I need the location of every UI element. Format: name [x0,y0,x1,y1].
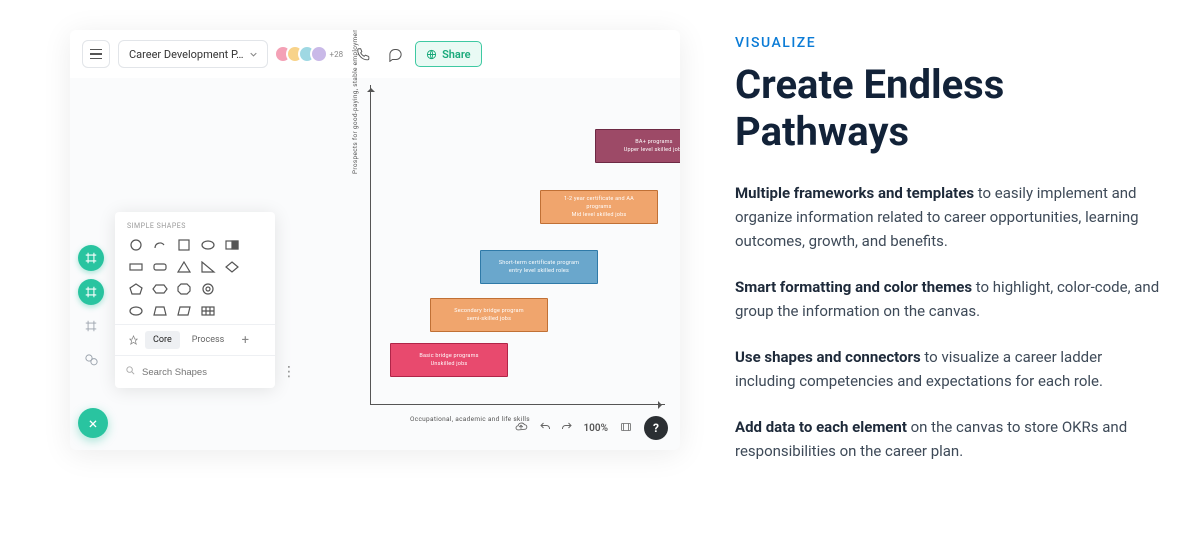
ladder-step[interactable]: Short-term certificate programentry leve… [480,250,598,284]
share-button[interactable]: Share [415,41,482,67]
shape-tabs: Core Process + [115,324,275,355]
app-canvas: Career Development P… +28 Share Prospect… [70,30,680,450]
shape-grid-3 [115,280,275,302]
x-axis-label: Occupational, academic and life skills [410,415,530,423]
pentagon-shape[interactable] [127,282,145,296]
octagon-shape[interactable] [175,282,193,296]
ladder-step[interactable]: BA+ programsUpper level skilled jobs [595,129,680,163]
doc-title: Career Development P… [129,48,244,61]
shape-grid-2 [115,258,275,280]
para-4: Add data to each element on the canvas t… [735,415,1160,463]
ladder-step[interactable]: Secondary bridge programsemi-skilled job… [430,298,548,332]
undo-icon[interactable] [539,421,551,436]
para-1: Multiple frameworks and templates to eas… [735,181,1160,253]
comment-icon[interactable] [383,42,407,66]
chevron-down-icon [250,51,257,58]
trapezoid-shape[interactable] [151,304,169,318]
y-axis-label: Prospects for good-paying, stable employ… [351,30,359,174]
para-3: Use shapes and connectors to visualize a… [735,345,1160,393]
rect-shape[interactable] [127,260,145,274]
shapes-panel: SIMPLE SHAPES [115,212,275,388]
zoom-level[interactable]: 100% [583,423,608,434]
oval-shape[interactable] [127,304,145,318]
ring-shape[interactable] [199,282,217,296]
circle-shape[interactable] [127,238,145,252]
search-input[interactable] [142,367,274,378]
shape-grid-1 [115,236,275,258]
avatar-overflow: +28 [330,50,344,59]
grid-shape[interactable] [199,304,217,318]
chart-area[interactable]: Occupational, academic and life skills B… [370,85,665,405]
square-shape[interactable] [175,238,193,252]
pin-icon[interactable] [125,332,141,348]
shapes-tool[interactable] [78,347,104,373]
arc-shape[interactable] [151,238,169,252]
y-axis [370,85,371,405]
frame-tool[interactable] [78,245,104,271]
half-fill-shape[interactable] [223,238,241,252]
fit-icon[interactable] [618,421,634,436]
search-icon [125,365,136,379]
top-toolbar: Career Development P… +28 Share [70,30,680,78]
page-title: Create Endless Pathways [735,61,1160,155]
shape-grid-4 [115,302,275,324]
x-axis [370,404,665,405]
collaborator-avatars[interactable]: +28 [280,45,344,63]
shapes-panel-heading: SIMPLE SHAPES [115,212,275,236]
diamond-shape[interactable] [223,260,241,274]
doc-title-dropdown[interactable]: Career Development P… [118,40,268,68]
shape-search-row: ⋮ [115,355,275,388]
add-tab-button[interactable]: + [236,331,254,349]
frame-tool-2[interactable] [78,279,104,305]
frame-tool-outline[interactable] [78,313,104,339]
bottom-bar: 100% ? [513,416,668,440]
help-button[interactable]: ? [644,416,668,440]
ladder-step[interactable]: 1-2 year certificate and AAprogramsMid l… [540,190,658,224]
category-label: VISUALIZE [735,35,1160,51]
triangle-shape[interactable] [175,260,193,274]
hamburger-menu[interactable] [82,40,110,68]
redo-icon[interactable] [561,421,573,436]
hexagon-shape[interactable] [151,282,169,296]
globe-icon [426,49,437,60]
marketing-copy: VISUALIZE Create Endless Pathways Multip… [700,0,1200,547]
para-2: Smart formatting and color themes to hig… [735,275,1160,323]
more-icon[interactable]: ⋮ [280,364,298,380]
cloud-sync-icon[interactable] [513,420,529,437]
parallelogram-shape[interactable] [175,304,193,318]
tab-process[interactable]: Process [184,331,233,349]
ladder-step[interactable]: Basic bridge programsUnskilled jobs [390,343,508,377]
ellipse-shape[interactable] [199,238,217,252]
tool-rail [78,245,104,373]
share-label: Share [442,48,471,61]
right-triangle-shape[interactable] [199,260,217,274]
rounded-rect-shape[interactable] [151,260,169,274]
tab-core[interactable]: Core [145,331,180,349]
close-panel-button[interactable]: × [78,408,108,438]
